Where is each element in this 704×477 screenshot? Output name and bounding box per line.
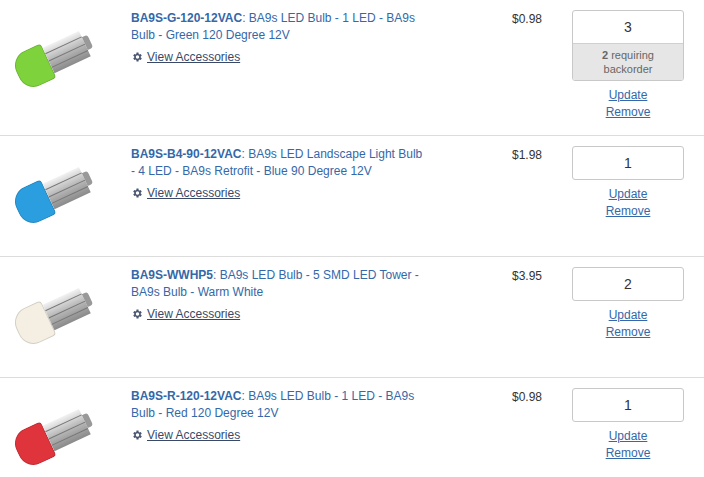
update-link[interactable]: Update — [609, 428, 648, 445]
product-image — [6, 388, 102, 477]
cart-row: BA9S-G-120-12VAC: BA9s LED Bulb - 1 LED … — [0, 0, 704, 136]
product-image — [6, 267, 102, 363]
product-image — [6, 10, 102, 106]
gear-icon — [131, 187, 143, 199]
view-accessories-link[interactable]: View Accessories — [131, 305, 423, 323]
product-image — [6, 146, 102, 242]
update-link[interactable]: Update — [609, 186, 648, 203]
gear-icon — [131, 308, 143, 320]
quantity-field[interactable]: 1 — [572, 146, 684, 180]
update-link[interactable]: Update — [609, 87, 648, 104]
price: $0.98 — [431, 388, 572, 406]
cart-row: BA9S-B4-90-12VAC: BA9s LED Landscape Lig… — [0, 136, 704, 257]
remove-link[interactable]: Remove — [606, 445, 651, 462]
view-accessories-link[interactable]: View Accessories — [131, 184, 423, 202]
gear-icon — [131, 51, 143, 63]
quantity-field[interactable]: 1 — [572, 388, 684, 422]
view-accessories-link[interactable]: View Accessories — [131, 48, 423, 66]
update-link[interactable]: Update — [609, 307, 648, 324]
price: $1.98 — [431, 146, 572, 164]
gear-icon — [131, 429, 143, 441]
remove-link[interactable]: Remove — [606, 203, 651, 220]
product-title[interactable]: BA9S-G-120-12VAC: BA9s LED Bulb - 1 LED … — [131, 10, 423, 44]
remove-link[interactable]: Remove — [606, 324, 651, 341]
quantity-field[interactable]: 2 — [572, 267, 684, 301]
remove-link[interactable]: Remove — [606, 104, 651, 121]
product-title[interactable]: BA9S-B4-90-12VAC: BA9s LED Landscape Lig… — [131, 146, 423, 180]
view-accessories-link[interactable]: View Accessories — [131, 426, 423, 444]
product-title[interactable]: BA9S-R-120-12VAC: BA9s LED Bulb - 1 LED … — [131, 388, 423, 422]
price: $0.98 — [431, 10, 572, 28]
backorder-note: 2 requiring backorder — [573, 43, 683, 80]
cart-row: BA9S-R-120-12VAC: BA9s LED Bulb - 1 LED … — [0, 378, 704, 477]
cart-row: BA9S-WWHP5: BA9s LED Bulb - 5 SMD LED To… — [0, 257, 704, 378]
quantity-field[interactable]: 32 requiring backorder — [572, 10, 684, 81]
product-title[interactable]: BA9S-WWHP5: BA9s LED Bulb - 5 SMD LED To… — [131, 267, 423, 301]
cart-list: BA9S-G-120-12VAC: BA9s LED Bulb - 1 LED … — [0, 0, 704, 477]
price: $3.95 — [431, 267, 572, 285]
